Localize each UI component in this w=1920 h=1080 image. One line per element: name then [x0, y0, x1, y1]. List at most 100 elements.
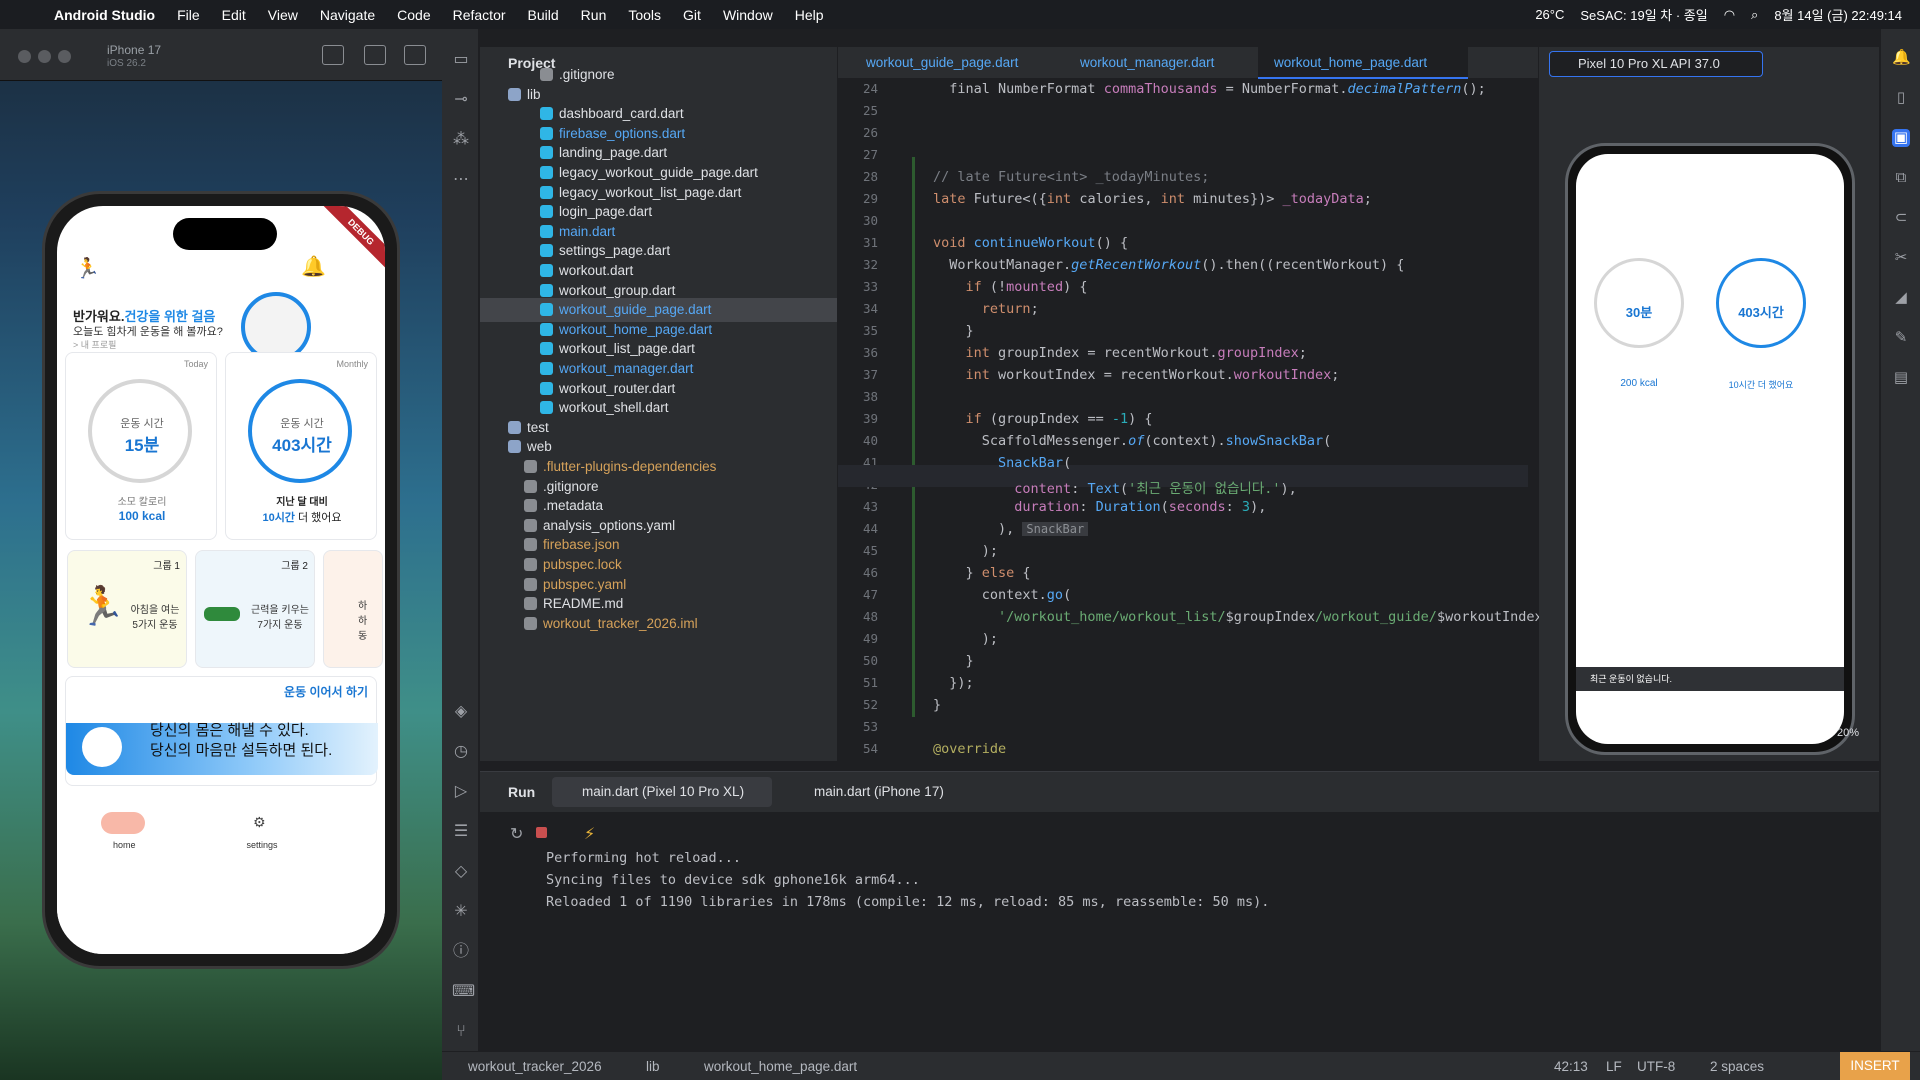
- hot-reload-icon[interactable]: ⚡: [584, 824, 600, 843]
- breadcrumb-project[interactable]: workout_tracker_2026: [468, 1059, 602, 1074]
- menu-file[interactable]: File: [177, 7, 200, 23]
- run-tab-pixel[interactable]: main.dart (Pixel 10 Pro XL): [552, 777, 772, 807]
- problems-icon[interactable]: ⓘ: [452, 943, 470, 961]
- file-icon: [524, 616, 537, 630]
- tree-item-label: login_page.dart: [559, 204, 653, 220]
- structure-icon[interactable]: ⁂: [452, 131, 470, 149]
- weather-text[interactable]: 26°C: [1535, 7, 1564, 22]
- menu-window[interactable]: Window: [723, 7, 773, 23]
- project-icon[interactable]: ▭: [452, 51, 470, 69]
- tree-item-label: workout_guide_page.dart: [559, 302, 712, 318]
- menu-run[interactable]: Run: [581, 7, 607, 23]
- nav-home-label[interactable]: home: [113, 840, 136, 850]
- emulator-device-tab[interactable]: Pixel 10 Pro XL API 37.0: [1549, 51, 1763, 77]
- restart-icon[interactable]: ↻: [510, 824, 526, 843]
- services-icon[interactable]: ◷: [452, 743, 470, 761]
- line-number: 39: [862, 411, 878, 426]
- group2-card[interactable]: 그룹 2 근력을 키우는 7가지 운동: [195, 550, 315, 668]
- app-screen: DEBUG 🏃 🔔 반가워요.건강을 위한 걸음 오늘도 힘차게 운동을 해 볼…: [57, 206, 385, 954]
- line-number: 45: [862, 543, 878, 558]
- search-icon[interactable]: ⌕: [1751, 7, 1758, 23]
- iphone-frame: DEBUG 🏃 🔔 반가워요.건강을 위한 걸음 오늘도 힘차게 운동을 해 볼…: [42, 191, 400, 969]
- tab-workout-home[interactable]: workout_home_page.dart: [1258, 47, 1468, 79]
- menu-build[interactable]: Build: [528, 7, 559, 23]
- bug-icon[interactable]: ✳: [452, 903, 470, 921]
- play-icon[interactable]: [82, 727, 122, 767]
- wifi-icon[interactable]: ◠: [1724, 7, 1735, 23]
- link-icon[interactable]: ⊂: [1892, 209, 1910, 227]
- emu-cal-value: 200 kcal: [1620, 378, 1658, 389]
- app-menu[interactable]: Android Studio: [54, 7, 155, 23]
- run-tab-iphone[interactable]: main.dart (iPhone 17): [786, 777, 944, 807]
- breadcrumb-lib[interactable]: lib: [646, 1059, 660, 1074]
- home-icon[interactable]: [322, 45, 344, 65]
- stop-icon[interactable]: [536, 827, 547, 838]
- indent[interactable]: 2 spaces: [1710, 1059, 1764, 1074]
- breadcrumb-file[interactable]: workout_home_page.dart: [704, 1059, 857, 1074]
- pencil-icon[interactable]: ✎: [1892, 329, 1910, 347]
- dynamic-island: [173, 218, 277, 250]
- nav-home-indicator[interactable]: [101, 812, 145, 834]
- line-number: 32: [862, 257, 878, 272]
- dumbbell-icon: [204, 607, 240, 621]
- group3-card[interactable]: 하 하 동: [323, 550, 383, 668]
- simulator-subtitle: iOS 26.2: [107, 58, 146, 69]
- device-manager-icon[interactable]: ▯: [1892, 89, 1910, 107]
- monthly-label: 운동 시간: [280, 418, 324, 430]
- menu-edit[interactable]: Edit: [222, 7, 246, 23]
- close-button[interactable]: [18, 50, 31, 63]
- layout-inspector-icon[interactable]: ⧉: [1892, 169, 1910, 187]
- profile-link[interactable]: > 내 프로필: [73, 338, 116, 351]
- file-icon: [540, 166, 553, 179]
- encoding[interactable]: UTF-8: [1637, 1059, 1675, 1074]
- layers-icon[interactable]: ☰: [452, 823, 470, 841]
- zoom-button[interactable]: [58, 50, 71, 63]
- file-icon: [540, 107, 553, 121]
- line-ending[interactable]: LF: [1606, 1059, 1622, 1074]
- cursor-position[interactable]: 42:13: [1554, 1059, 1588, 1074]
- menu-code[interactable]: Code: [397, 7, 430, 23]
- gear-icon[interactable]: ⚙: [253, 814, 269, 831]
- tree-item[interactable]: workout_tracker_2026.iml: [480, 612, 837, 636]
- gem-icon[interactable]: ◇: [452, 863, 470, 881]
- rotate-icon[interactable]: [404, 45, 426, 65]
- apple-icon[interactable]: [20, 7, 36, 23]
- tools-icon[interactable]: ✂: [1892, 249, 1910, 267]
- profiler-icon[interactable]: ◈: [452, 703, 470, 721]
- minimize-button[interactable]: [38, 50, 51, 63]
- menu-tools[interactable]: Tools: [628, 7, 661, 23]
- tab-workout-guide[interactable]: workout_guide_page.dart: [850, 47, 1040, 79]
- menu-view[interactable]: View: [268, 7, 298, 23]
- emu-zoom[interactable]: 20%: [1837, 727, 1859, 739]
- bell-icon[interactable]: 🔔: [301, 254, 326, 278]
- insert-mode: INSERT: [1840, 1052, 1910, 1080]
- notifications-icon[interactable]: 🔔: [1892, 49, 1911, 67]
- inspector-icon[interactable]: ▤: [1892, 369, 1910, 387]
- compare-suffix: 더 했어요: [294, 512, 342, 524]
- tab-workout-manager[interactable]: workout_manager.dart: [1064, 47, 1244, 79]
- run-tool-icon[interactable]: ▷: [452, 783, 470, 801]
- menu-git[interactable]: Git: [683, 7, 701, 23]
- continue-link[interactable]: 운동 이어서 하기: [284, 683, 368, 700]
- calendar-notice[interactable]: SeSAC: 19일 차 · 종일: [1580, 5, 1707, 24]
- running-devices-icon[interactable]: ▣: [1892, 129, 1910, 147]
- menu-navigate[interactable]: Navigate: [320, 7, 375, 23]
- emu-compare: 10시간 더 했어요: [1728, 380, 1794, 390]
- flutter-icon[interactable]: ◢: [1892, 289, 1910, 307]
- ios-simulator-window: iPhone 17 iOS 26.2 DEBUG 🏃 🔔 반가워요.건강을 위한…: [0, 29, 442, 1080]
- menu-help[interactable]: Help: [795, 7, 824, 23]
- nav-settings-label[interactable]: settings: [237, 840, 287, 850]
- run-label: Run: [508, 784, 536, 800]
- screenshot-icon[interactable]: [364, 45, 386, 65]
- commit-icon[interactable]: ⊸: [452, 91, 470, 109]
- terminal-icon[interactable]: ⌨: [452, 983, 475, 1001]
- line-gutter: 2425262728293031323334353637383940414243…: [838, 79, 896, 761]
- continue-card[interactable]: 운동 이어서 하기 당신의 몸은 해낼 수 있다. 당신의 마음만 설득하면 된…: [65, 676, 378, 786]
- git-branch-icon[interactable]: ⑂: [452, 1023, 470, 1041]
- more-icon[interactable]: ⋯: [452, 171, 470, 189]
- group1-card[interactable]: 그룹 1 🏃 아침을 여는 5가지 운동: [67, 550, 187, 668]
- simulator-title: iPhone 17: [107, 43, 162, 57]
- menu-refactor[interactable]: Refactor: [453, 7, 506, 23]
- clock-text[interactable]: 8월 14일 (금) 22:49:14: [1774, 5, 1902, 24]
- folder-icon: [508, 87, 521, 101]
